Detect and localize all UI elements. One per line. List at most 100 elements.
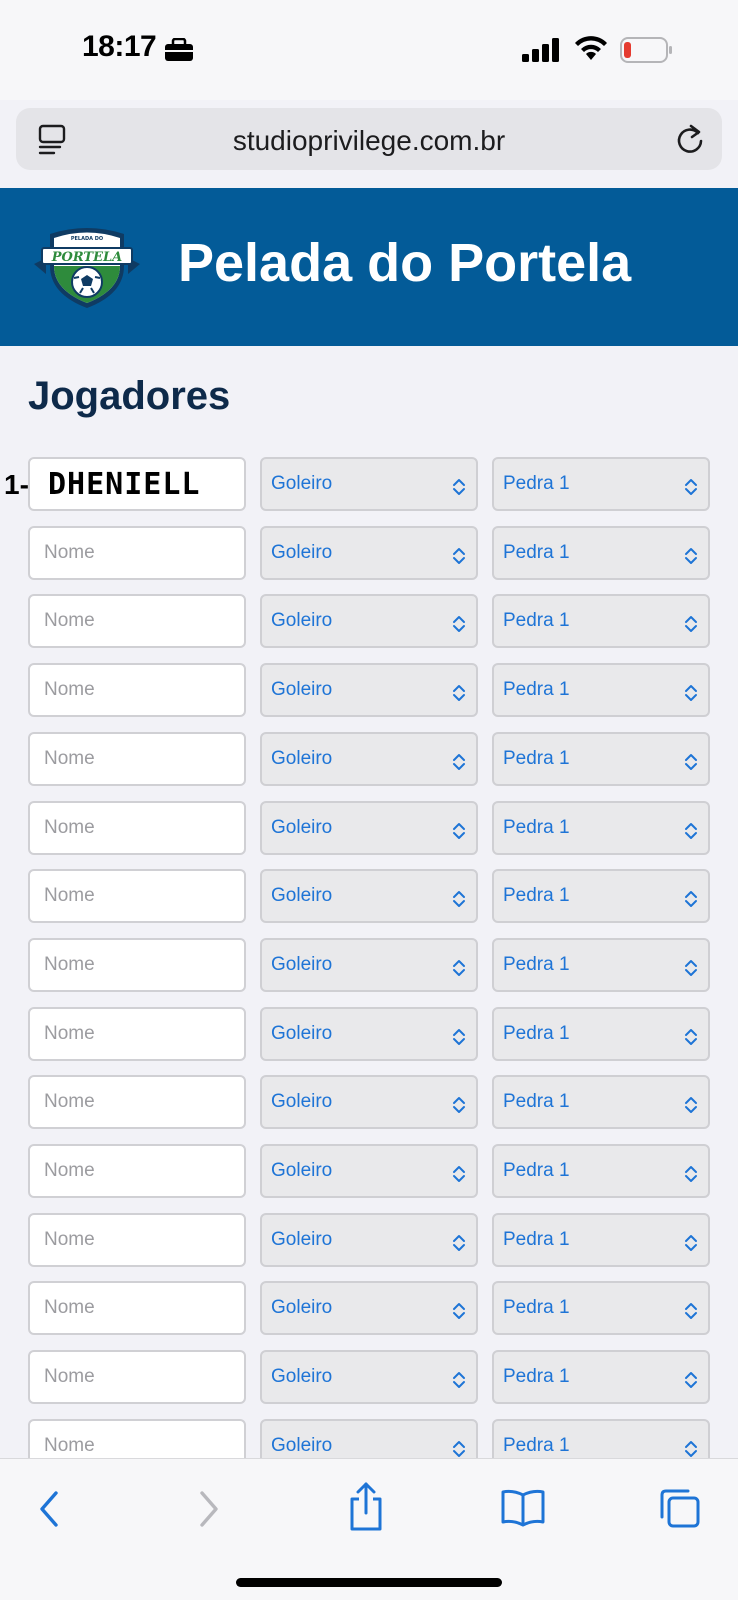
position-select-value: Goleiro: [271, 1434, 333, 1456]
team-select[interactable]: Pedra 1: [492, 800, 710, 855]
team-select[interactable]: Pedra 1: [492, 663, 710, 718]
team-select-value: Pedra 1: [503, 1434, 570, 1456]
position-select-value: Goleiro: [271, 541, 333, 563]
team-select-value: Pedra 1: [503, 953, 570, 975]
chevron-updown-icon: [684, 1371, 698, 1395]
team-select[interactable]: Pedra 1: [492, 457, 710, 511]
position-select-value: Goleiro: [271, 1160, 333, 1181]
share-icon[interactable]: [346, 1481, 386, 1538]
chevron-updown-icon: [452, 1165, 466, 1189]
position-select[interactable]: Goleiro: [260, 1281, 478, 1336]
player-row: Nome Goleiro Pedra 1: [0, 800, 738, 857]
player-name-input[interactable]: Nome: [28, 663, 246, 718]
team-select-value: Pedra 1: [503, 1366, 570, 1388]
chevron-updown-icon: [684, 547, 698, 571]
player-row: Nome Goleiro Pedra 1: [0, 1212, 738, 1269]
position-select[interactable]: Goleiro: [260, 1350, 478, 1405]
chevron-updown-icon: [452, 1096, 466, 1120]
player-name-input[interactable]: Nome: [28, 1281, 246, 1336]
player-name-input[interactable]: DHENIELL: [28, 457, 246, 511]
team-select-value: Pedra 1: [503, 473, 570, 494]
team-select[interactable]: Pedra 1: [492, 1212, 710, 1267]
team-select[interactable]: Pedra 1: [492, 1075, 710, 1130]
chevron-updown-icon: [684, 1096, 698, 1120]
position-select[interactable]: Goleiro: [260, 594, 478, 649]
position-select-value: Goleiro: [271, 747, 333, 769]
player-row: Nome Goleiro Pedra 1: [0, 1006, 738, 1063]
player-name-input[interactable]: Nome: [28, 1212, 246, 1267]
battery-low-icon: [620, 37, 674, 68]
team-select[interactable]: Pedra 1: [492, 1144, 710, 1198]
player-row: Nome Goleiro Pedra 1: [0, 1144, 738, 1200]
player-row: Nome Goleiro Pedra 1: [0, 594, 738, 650]
player-name-input[interactable]: Nome: [28, 937, 246, 992]
team-select[interactable]: Pedra 1: [492, 937, 710, 992]
team-select-value: Pedra 1: [503, 747, 570, 769]
chevron-updown-icon: [684, 684, 698, 708]
position-select[interactable]: Goleiro: [260, 1144, 478, 1198]
team-select-value: Pedra 1: [503, 1297, 570, 1319]
position-select[interactable]: Goleiro: [260, 525, 478, 580]
team-select[interactable]: Pedra 1: [492, 1350, 710, 1405]
chevron-updown-icon: [452, 1028, 466, 1052]
site-title: Pelada do Portela: [178, 233, 632, 293]
player-name-input[interactable]: Nome: [28, 869, 246, 924]
player-row: Nome Goleiro Pedra 1: [0, 869, 738, 925]
team-select[interactable]: Pedra 1: [492, 869, 710, 924]
chevron-updown-icon: [684, 959, 698, 983]
player-name-input[interactable]: Nome: [28, 1006, 246, 1061]
position-select-value: Goleiro: [271, 1022, 333, 1044]
position-select[interactable]: Goleiro: [260, 869, 478, 924]
team-select[interactable]: Pedra 1: [492, 1281, 710, 1336]
chevron-updown-icon: [452, 684, 466, 708]
briefcase-icon: [164, 37, 194, 67]
chevron-updown-icon: [452, 1302, 466, 1326]
bookmarks-icon[interactable]: [500, 1487, 546, 1532]
player-name-input[interactable]: Nome: [28, 594, 246, 649]
position-select[interactable]: Goleiro: [260, 1212, 478, 1267]
position-select[interactable]: Goleiro: [260, 731, 478, 786]
url-text[interactable]: studioprivilege.com.br: [16, 125, 722, 157]
section-title: Jogadores: [28, 374, 231, 418]
team-select[interactable]: Pedra 1: [492, 731, 710, 786]
player-name-input[interactable]: Nome: [28, 800, 246, 855]
back-icon[interactable]: [36, 1487, 62, 1536]
position-select[interactable]: Goleiro: [260, 457, 478, 511]
position-select[interactable]: Goleiro: [260, 937, 478, 992]
player-name-input[interactable]: Nome: [28, 1144, 246, 1198]
player-row: Nome Goleiro Pedra 1: [0, 731, 738, 788]
tabs-icon[interactable]: [658, 1487, 702, 1534]
chevron-updown-icon: [452, 547, 466, 571]
position-select[interactable]: Goleiro: [260, 800, 478, 855]
team-select-value: Pedra 1: [503, 1091, 570, 1113]
position-select[interactable]: Goleiro: [260, 1075, 478, 1130]
svg-text:PELADA DO: PELADA DO: [71, 236, 103, 242]
chevron-updown-icon: [684, 822, 698, 846]
position-select-value: Goleiro: [271, 1091, 333, 1113]
player-name-input[interactable]: Nome: [28, 1350, 246, 1405]
home-indicator[interactable]: [236, 1578, 502, 1587]
chevron-updown-icon: [452, 890, 466, 914]
player-name-input[interactable]: Nome: [28, 525, 246, 580]
position-select-value: Goleiro: [271, 816, 333, 838]
position-select[interactable]: Goleiro: [260, 663, 478, 718]
reload-icon[interactable]: [674, 122, 706, 161]
player-name-input[interactable]: Nome: [28, 1075, 246, 1130]
chevron-updown-icon: [684, 1302, 698, 1326]
player-name-input[interactable]: Nome: [28, 731, 246, 786]
cellular-signal-icon: [522, 38, 562, 67]
team-select-value: Pedra 1: [503, 1022, 570, 1044]
status-bar: 18:17: [0, 0, 738, 100]
team-select-value: Pedra 1: [503, 541, 570, 563]
team-select[interactable]: Pedra 1: [492, 1006, 710, 1061]
chevron-updown-icon: [684, 1234, 698, 1258]
position-select-value: Goleiro: [271, 473, 333, 494]
chevron-updown-icon: [684, 478, 698, 502]
team-select[interactable]: Pedra 1: [492, 594, 710, 649]
position-select[interactable]: Goleiro: [260, 1006, 478, 1061]
site-logo[interactable]: PELADA DO PORTELA: [32, 222, 142, 317]
team-select[interactable]: Pedra 1: [492, 525, 710, 580]
site-header: PELADA DO PORTELA Pelada do Portela: [0, 188, 738, 346]
address-bar[interactable]: studioprivilege.com.br: [16, 108, 722, 170]
forward-icon[interactable]: [196, 1487, 222, 1536]
